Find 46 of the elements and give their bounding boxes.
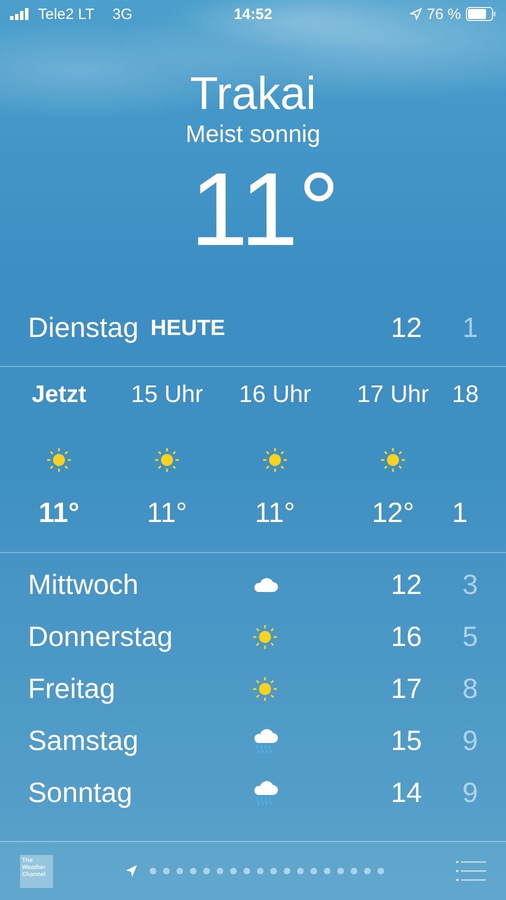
day-name: Donnerstag: [28, 621, 174, 653]
battery-icon: [466, 7, 496, 21]
sun-icon: [46, 447, 72, 473]
high-temperature: 16: [390, 621, 422, 653]
clock-time: 14:52: [234, 6, 272, 22]
day-name: Freitag: [28, 673, 116, 705]
sun-icon: [252, 624, 278, 650]
low-temperature: 1: [461, 312, 478, 344]
sun-icon: [262, 447, 288, 473]
low-temperature: 3: [461, 569, 478, 601]
battery-percentage: 76 %: [426, 6, 461, 22]
list-icon[interactable]: [456, 860, 486, 882]
hour-label: 17 Uhr: [356, 381, 430, 410]
low-temperature: 9: [461, 725, 478, 757]
carrier-name: Tele2 LT: [38, 6, 94, 22]
city-name: Trakai: [190, 66, 316, 120]
hour-temperature: 11°: [146, 497, 188, 529]
weather-condition: Meist sonnig: [186, 120, 320, 150]
low-temperature: 8: [461, 673, 478, 705]
high-temperature: 15: [390, 725, 422, 757]
sun-icon: [380, 447, 406, 473]
high-temperature: 14: [390, 777, 422, 809]
day-name: Sonntag: [28, 777, 134, 809]
hour-temperature: 12°: [372, 497, 414, 529]
low-temperature: 9: [461, 777, 478, 809]
day-name: Samstag: [28, 725, 140, 757]
today-label: HEUTE: [150, 315, 226, 341]
high-temperature: 12: [390, 312, 422, 344]
sun-icon: [154, 447, 180, 473]
low-temperature: 5: [461, 621, 478, 653]
hour-temperature: 1: [452, 497, 468, 529]
hour-label: 15 Uhr: [130, 381, 204, 410]
network-type: 3G: [112, 6, 132, 22]
current-temperature: 11°: [190, 151, 340, 270]
high-temperature: 17: [390, 673, 422, 705]
hour-label: Jetzt: [32, 381, 86, 410]
day-name: Mittwoch: [28, 569, 140, 601]
hour-label: 18: [452, 381, 479, 410]
day-name: Dienstag: [28, 312, 139, 344]
hour-temperature: 11°: [254, 497, 296, 529]
location-arrow-icon: [410, 8, 422, 20]
hour-temperature: 11°: [38, 497, 80, 529]
sun-icon: [252, 676, 278, 702]
high-temperature: 12: [390, 569, 422, 601]
hour-label: 16 Uhr: [238, 381, 312, 410]
page-dots-drawing[interactable]: [124, 864, 384, 878]
